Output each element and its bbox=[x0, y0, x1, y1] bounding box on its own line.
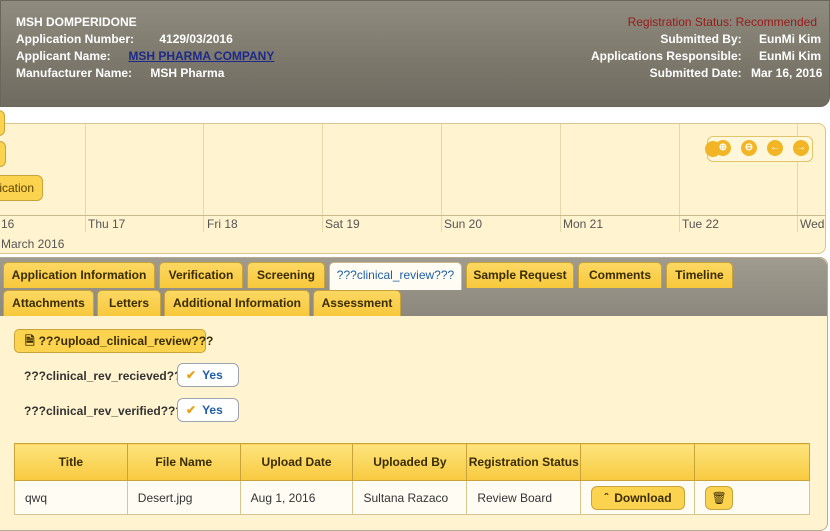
delete-button[interactable]: 🗑 bbox=[705, 485, 734, 510]
col-delete bbox=[694, 443, 810, 481]
status-label: Registration Status: bbox=[627, 15, 733, 29]
col-uploaded-by: Uploaded By bbox=[352, 443, 468, 481]
day-label: Mon 21 bbox=[563, 217, 604, 231]
submitted-date-label: Submitted Date: bbox=[649, 66, 742, 80]
tab-assessment[interactable]: Assessment bbox=[313, 290, 401, 316]
download-button[interactable]: ˆ Download bbox=[591, 485, 685, 510]
col-file-name: File Name bbox=[126, 443, 241, 481]
zoom-out-icon[interactable]: ⊖ bbox=[741, 140, 757, 156]
clinical-review-table: Title File Name Upload Date Uploaded By … bbox=[14, 443, 810, 515]
timeline-event[interactable]: e bbox=[0, 141, 6, 167]
tab-letters[interactable]: Letters bbox=[97, 290, 161, 316]
table-header-row: Title File Name Upload Date Uploaded By … bbox=[14, 443, 810, 481]
timeline-event[interactable]: plication bbox=[0, 175, 44, 201]
verified-value: Yes bbox=[202, 403, 223, 417]
header-left: MSH DOMPERIDONE Application Number: 4129… bbox=[16, 14, 274, 82]
applicant-link[interactable]: MSH PHARMA COMPANY bbox=[128, 49, 274, 63]
day-label: 16 bbox=[1, 217, 15, 231]
tab-comments[interactable]: Comments bbox=[578, 262, 662, 288]
timeline-grid bbox=[0, 124, 825, 232]
check-icon: ✔ bbox=[186, 403, 197, 417]
verified-label: ???clinical_rev_verified??? bbox=[24, 404, 183, 418]
application-header: MSH DOMPERIDONE Application Number: 4129… bbox=[0, 0, 830, 107]
month-label: March 2016 bbox=[1, 237, 65, 251]
day-label: Sun 20 bbox=[444, 217, 483, 231]
submitted-date-value: Mar 16, 2016 bbox=[751, 66, 823, 80]
app-number-label: Application Number: bbox=[16, 32, 135, 46]
manufacturer-label: Manufacturer Name: bbox=[16, 66, 133, 80]
cell-registration-status: Review Board bbox=[466, 480, 582, 515]
cell-file-name: Desert.jpg bbox=[126, 480, 241, 515]
col-download bbox=[580, 443, 696, 481]
day-label: Tue 22 bbox=[682, 217, 719, 231]
submitted-by-value: EunMi Kim bbox=[759, 32, 821, 46]
tab-additional-information[interactable]: Additional Information bbox=[164, 290, 310, 316]
cell-uploaded-by: Sultana Razaco bbox=[352, 480, 468, 515]
header-right: Registration Status: Recommended Submitt… bbox=[590, 14, 823, 82]
applicant-label: Applicant Name: bbox=[16, 49, 111, 63]
table-row: qwq Desert.jpg Aug 1, 2016 Sultana Razac… bbox=[14, 480, 810, 515]
tab-panel: Application Information Verification Scr… bbox=[0, 257, 828, 531]
tab-attachments[interactable]: Attachments bbox=[3, 290, 94, 316]
check-icon: ✔ bbox=[186, 368, 197, 382]
arrow-right-icon[interactable]: → bbox=[793, 140, 809, 156]
status-value: Recommended bbox=[735, 15, 817, 29]
received-toggle[interactable]: ✔ Yes bbox=[177, 363, 239, 387]
day-label: Sat 19 bbox=[325, 217, 360, 231]
col-title: Title bbox=[14, 443, 128, 481]
tab-application-information[interactable]: Application Information bbox=[3, 262, 155, 288]
cell-upload-date: Aug 1, 2016 bbox=[239, 480, 354, 515]
chevron-up-icon: ˆ bbox=[604, 490, 609, 505]
col-registration-status: Registration Status bbox=[466, 443, 582, 481]
timeline[interactable]: y e plication ⊕ ⊖ ← → 16 Thu 17 Fri 18 S… bbox=[0, 110, 826, 254]
day-label: Fri 18 bbox=[207, 217, 238, 231]
cell-title: qwq bbox=[14, 480, 128, 515]
trash-icon: 🗑 bbox=[711, 490, 727, 505]
document-icon: 🗎 bbox=[25, 334, 35, 348]
tab-sample-request[interactable]: Sample Request bbox=[466, 262, 574, 288]
received-value: Yes bbox=[202, 368, 223, 382]
timeline-event[interactable]: y bbox=[0, 110, 5, 136]
submitted-by-label: Submitted By: bbox=[660, 32, 742, 46]
tab-bar: Application Information Verification Scr… bbox=[0, 258, 827, 316]
verified-toggle[interactable]: ✔ Yes bbox=[177, 398, 239, 422]
day-label: Wed bbox=[800, 217, 825, 231]
registration-status: Registration Status: Recommended bbox=[591, 14, 817, 31]
day-label: Thu 17 bbox=[88, 217, 126, 231]
responsible-value: EunMi Kim bbox=[759, 49, 821, 63]
tab-timeline[interactable]: Timeline bbox=[666, 262, 733, 288]
zoom-in-icon[interactable]: ⊕ bbox=[715, 140, 731, 156]
manufacturer-name: MSH Pharma bbox=[150, 66, 225, 80]
tab-clinical-review[interactable]: ???clinical_review??? bbox=[329, 262, 462, 290]
tab-screening[interactable]: Screening bbox=[247, 262, 325, 288]
responsible-label: Applications Responsible: bbox=[590, 49, 742, 63]
tab-verification[interactable]: Verification bbox=[159, 262, 243, 288]
download-label: Download bbox=[614, 490, 672, 505]
product-name: MSH DOMPERIDONE bbox=[16, 15, 137, 29]
upload-clinical-review-button[interactable]: 🗎 ???upload_clinical_review??? bbox=[14, 329, 213, 353]
col-upload-date: Upload Date bbox=[239, 443, 354, 481]
app-number: 4129/03/2016 bbox=[159, 32, 233, 46]
upload-label: ???upload_clinical_review??? bbox=[38, 334, 214, 348]
arrow-left-icon[interactable]: ← bbox=[767, 140, 783, 156]
received-label: ???clinical_rev_recieved??? bbox=[24, 369, 189, 383]
